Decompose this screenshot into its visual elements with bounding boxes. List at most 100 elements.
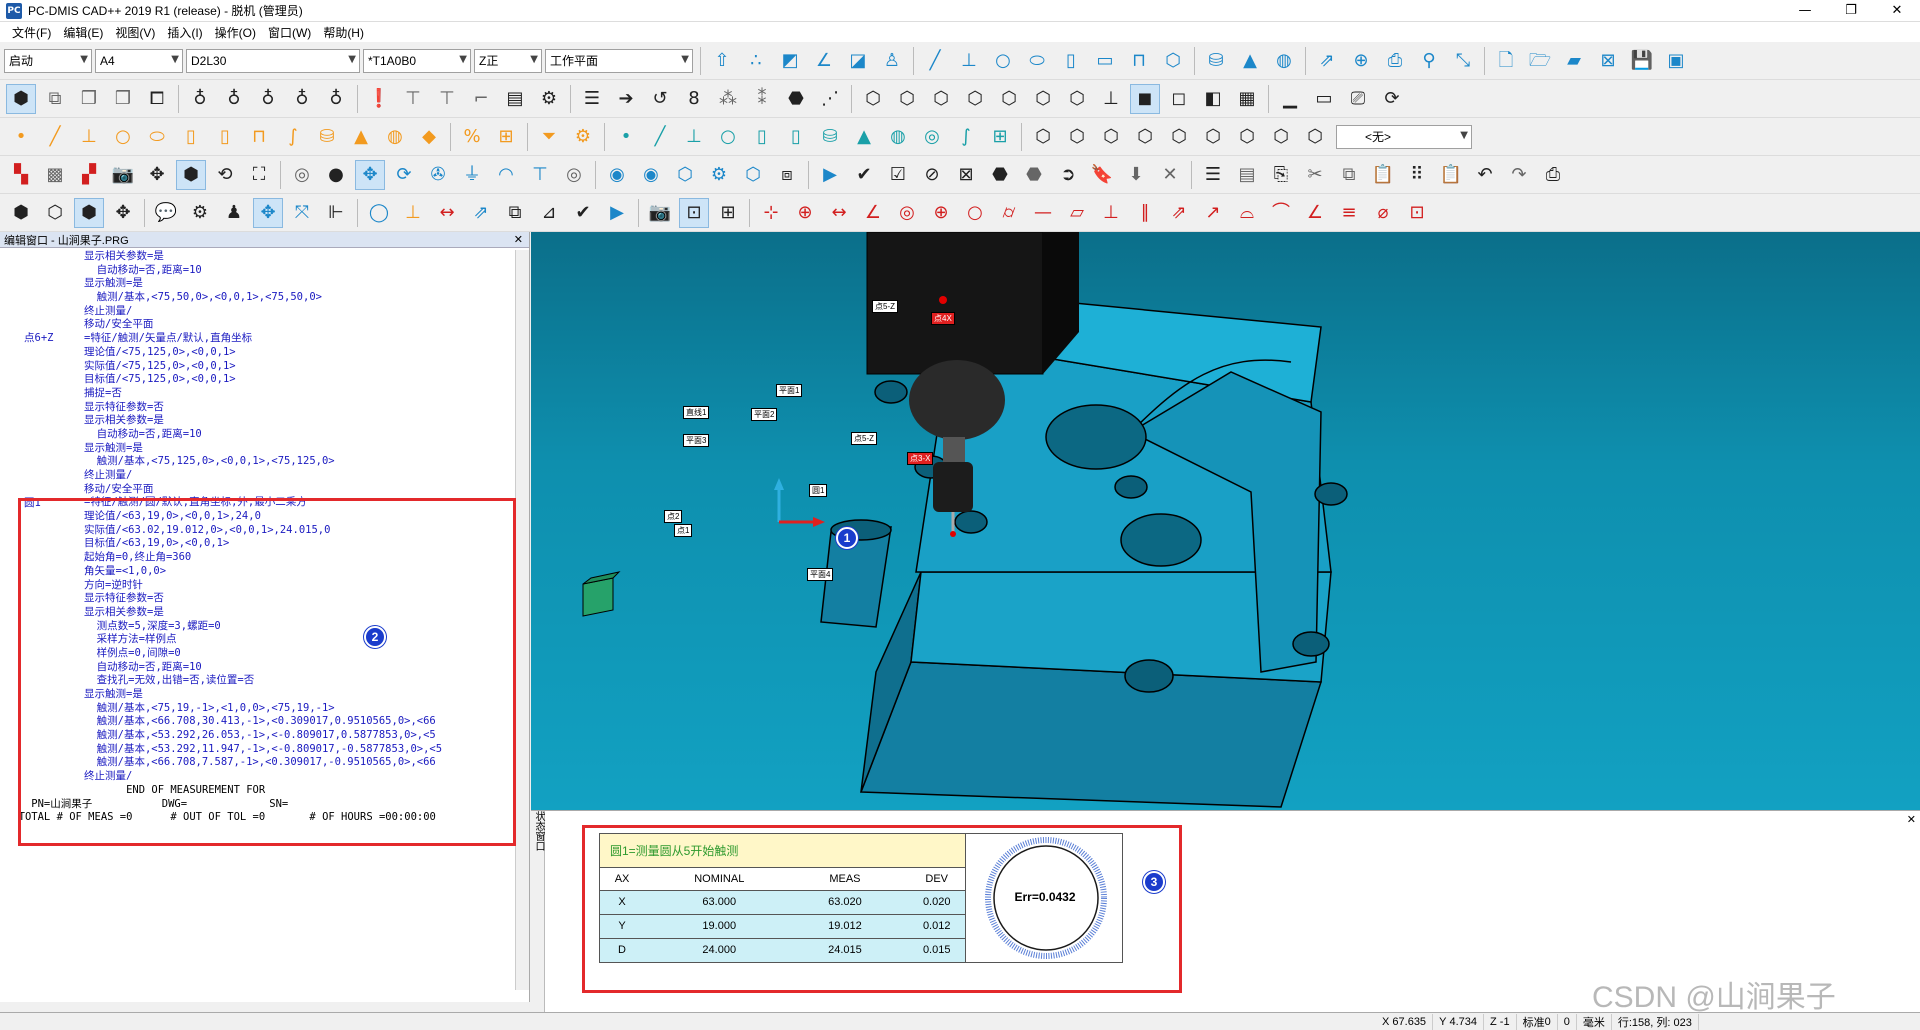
probe-select-2-icon[interactable]: ⚙ xyxy=(704,160,734,190)
clearance-combo[interactable]: <无> ▼ xyxy=(1336,124,1472,149)
code-line[interactable]: 自动移动=否,距离=10 xyxy=(24,428,515,442)
gdt-runout-icon[interactable]: ⇗ xyxy=(1164,198,1194,228)
cylinder-orange-icon[interactable]: ⛁ xyxy=(312,122,342,152)
probe-blue-icon[interactable]: ⏚ xyxy=(457,160,487,190)
code-line[interactable]: =特征/触测/矢量点/默认,直角坐标 xyxy=(24,332,515,346)
line-icon[interactable]: ╱ xyxy=(920,46,950,76)
program-code[interactable]: 显示相关参数=是 自动移动=否,距离=10 显示触测=是 触测/基本,<75,50… xyxy=(0,250,515,990)
cylinder-icon[interactable]: ⛁ xyxy=(1201,46,1231,76)
gdt-target-icon[interactable]: ⊕ xyxy=(790,198,820,228)
code-line[interactable]: 起始角=0,终止角=360 xyxy=(24,551,515,565)
gdt-cylindric-icon[interactable]: ⌭ xyxy=(994,198,1024,228)
view-cube-5-icon[interactable]: ⬡ xyxy=(994,84,1024,114)
grid-dots-icon[interactable]: ⠿ xyxy=(1402,160,1432,190)
scan-icon[interactable]: ⊞ xyxy=(491,122,521,152)
vp-label-11[interactable]: 点1 xyxy=(674,524,693,537)
play-icon[interactable]: ▶ xyxy=(815,160,845,190)
probe-cube-icon[interactable]: ⬢ xyxy=(6,198,36,228)
status-close-icon[interactable]: ✕ xyxy=(1907,813,1916,826)
box-3d-icon[interactable]: ⧈ xyxy=(772,160,802,190)
gdt-flat-icon[interactable]: ▱ xyxy=(1062,198,1092,228)
circle-orange-icon[interactable]: ○ xyxy=(108,122,138,152)
surface-icon[interactable]: ◪ xyxy=(843,46,873,76)
gdt-straight-icon[interactable]: — xyxy=(1028,198,1058,228)
code-line[interactable]: 触测/基本,<75,50,0>,<0,0,1>,<75,50,0> xyxy=(24,291,515,305)
hex-icon[interactable]: ⬣ xyxy=(781,84,811,114)
code-line[interactable]: 目标值/<63,19,0>,<0,0,1> xyxy=(24,537,515,551)
vp-label-8[interactable]: 点3-X xyxy=(907,452,934,465)
view-cube-7-icon[interactable]: ⬡ xyxy=(1062,84,1092,114)
ellipse-orange-icon[interactable]: ⬭ xyxy=(142,122,172,152)
code-line[interactable]: 触测/基本,<66.708,7.587,-1>,<0.309017,-0.951… xyxy=(24,756,515,770)
move-sel-icon[interactable]: ✥ xyxy=(253,197,283,228)
rect-icon[interactable]: ▭ xyxy=(1309,84,1339,114)
probe-5-icon[interactable]: ♁ xyxy=(321,84,351,114)
construct-icon[interactable]: ⇗ xyxy=(466,198,496,228)
globe-gray-icon[interactable]: ◎ xyxy=(559,160,589,190)
probe-4-icon[interactable]: ♁ xyxy=(287,84,317,114)
bookmark-icon[interactable]: 🔖 xyxy=(1087,160,1117,190)
vertical-scrollbar[interactable] xyxy=(515,250,529,990)
gdt-perp-icon[interactable]: ⊥ xyxy=(1096,198,1126,228)
gdt-symmetry-icon[interactable]: ≡ xyxy=(1334,198,1364,228)
gdt-angularity-icon[interactable]: ∠ xyxy=(1300,198,1330,228)
cube-probe-8-icon[interactable]: ⬡ xyxy=(1266,122,1296,152)
cone-icon[interactable]: ▲ xyxy=(1235,46,1265,76)
code-line[interactable]: 实际值/<75,125,0>,<0,0,1> xyxy=(24,360,515,374)
globe-icon[interactable]: ◎ xyxy=(287,160,317,190)
vp-label-2[interactable]: 点4X xyxy=(931,312,955,325)
code-line[interactable]: 移动/安全平面 xyxy=(24,483,515,497)
clipboard-icon[interactable]: 📋 xyxy=(1436,160,1466,190)
copy-icon[interactable]: ⧉ xyxy=(1334,160,1364,190)
cube-multi-icon[interactable]: ⧉ xyxy=(40,84,70,114)
vp-label-12[interactable]: 平面4 xyxy=(807,568,834,581)
view-cube-2-icon[interactable]: ⬡ xyxy=(892,84,922,114)
points-icon[interactable]: ∴ xyxy=(741,46,771,76)
tip-combo[interactable]: *T1A0B0 ▼ xyxy=(363,48,471,73)
cone-teal-icon[interactable]: ▲ xyxy=(849,122,879,152)
cube-selected-icon[interactable]: ⬢ xyxy=(74,197,104,228)
undo-icon[interactable]: ↶ xyxy=(1470,160,1500,190)
fit-icon[interactable]: ⛶ xyxy=(244,160,274,190)
vp-label-7[interactable]: 点5-Z xyxy=(851,432,877,445)
gdt-coaxial-icon[interactable]: ⊕ xyxy=(926,198,956,228)
sphere-icon[interactable]: ◍ xyxy=(1269,46,1299,76)
dots-icon[interactable]: ⋰ xyxy=(815,84,845,114)
status-window-tab[interactable]: 状态窗口 xyxy=(531,811,545,1013)
code-line[interactable]: 显示触测=是 xyxy=(24,442,515,456)
polygon-icon[interactable]: ⬡ xyxy=(1158,46,1188,76)
rotate-blue-icon[interactable]: ⟳ xyxy=(389,160,419,190)
code-line[interactable]: 终止测量/ xyxy=(24,305,515,319)
close-file-icon[interactable]: ⊠ xyxy=(1593,46,1623,76)
circle-blue-icon[interactable]: ◯ xyxy=(364,198,394,228)
transform-icon[interactable]: ⤧ xyxy=(287,198,317,228)
vp-label-1[interactable]: 点5-Z xyxy=(872,300,898,313)
gdt-position-icon[interactable]: ⊹ xyxy=(756,198,786,228)
redo-icon[interactable]: ↷ xyxy=(1504,160,1534,190)
probe-file-combo[interactable]: A4 ▼ xyxy=(95,48,183,73)
vp-label-9[interactable]: 圆1 xyxy=(809,484,828,497)
cylinder-teal-icon[interactable]: ⛁ xyxy=(815,122,845,152)
perpendicular-orange-icon[interactable]: ⊥ xyxy=(74,122,104,152)
paste-icon[interactable]: 📋 xyxy=(1368,160,1398,190)
undo-rotate-icon[interactable]: ↺ xyxy=(645,84,675,114)
code-line[interactable]: 方向=逆时针 xyxy=(24,579,515,593)
sphere-dark-icon[interactable]: ● xyxy=(321,160,351,190)
slot-orange-icon[interactable]: ▯ xyxy=(176,122,206,152)
list-icon[interactable]: ☰ xyxy=(1198,160,1228,190)
bookmark-down-icon[interactable]: ⬇ xyxy=(1121,160,1151,190)
gdt-round-icon[interactable]: ○ xyxy=(960,198,990,228)
code-line[interactable]: 触测/基本,<66.708,30.413,-1>,<0.309017,0.951… xyxy=(24,715,515,729)
arrow-up-icon[interactable]: ⇧ xyxy=(707,46,737,76)
link-icon[interactable]: ⎘ xyxy=(1266,160,1296,190)
tool-3-icon[interactable]: ⌐ xyxy=(466,84,496,114)
cube-probe-9-icon[interactable]: ⬡ xyxy=(1300,122,1330,152)
perp-orange-icon[interactable]: ⊥ xyxy=(398,198,428,228)
cube-solid-icon[interactable]: ⬢ xyxy=(6,83,36,114)
folder-icon[interactable]: ▰ xyxy=(1559,46,1589,76)
table-icon[interactable]: ▤ xyxy=(1232,160,1262,190)
point-teal-icon[interactable]: • xyxy=(611,122,641,152)
filter-gear-icon[interactable]: ⚙ xyxy=(568,122,598,152)
program-icon[interactable]: ⊿ xyxy=(534,198,564,228)
refresh-icon[interactable]: ⟲ xyxy=(210,160,240,190)
